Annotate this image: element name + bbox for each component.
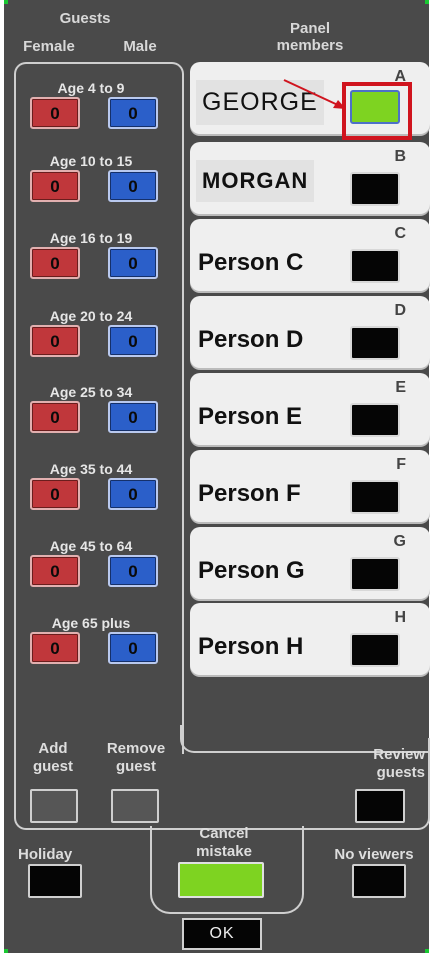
- member-name: Person D: [198, 326, 304, 353]
- remove-guest-button[interactable]: [111, 789, 159, 823]
- remove-guest-label-line1: Remove: [106, 740, 166, 757]
- cancel-mistake-button[interactable]: [178, 862, 264, 898]
- panel-member-row-c[interactable]: C Person C: [190, 219, 430, 291]
- member-letter: H: [394, 609, 406, 626]
- panel-title-line1: Panel: [289, 20, 331, 37]
- age-group-label: Age 25 to 34: [49, 384, 133, 400]
- member-letter: C: [394, 225, 406, 242]
- panel-member-row-f[interactable]: F Person F: [190, 450, 430, 522]
- remove-guest-label-line2: guest: [115, 758, 156, 775]
- member-letter: E: [395, 379, 406, 396]
- member-c-toggle-button[interactable]: [350, 249, 400, 283]
- female-count-button[interactable]: 0: [30, 401, 80, 433]
- age-group-label: Age 4 to 9: [57, 80, 125, 96]
- member-name: Person E: [198, 403, 303, 430]
- member-name: Person H: [198, 633, 304, 660]
- female-count-button[interactable]: 0: [30, 632, 80, 664]
- male-count-button[interactable]: 0: [108, 555, 158, 587]
- highlight-box: [342, 82, 412, 140]
- holiday-button[interactable]: [28, 864, 82, 898]
- age-group-label: Age 35 to 44: [49, 461, 133, 477]
- member-f-toggle-button[interactable]: [350, 480, 400, 514]
- panel-member-row-d[interactable]: D Person D: [190, 296, 430, 368]
- no-viewers-label: No viewers: [334, 846, 414, 863]
- member-letter: D: [394, 302, 406, 319]
- add-guest-button[interactable]: [30, 789, 78, 823]
- ok-button[interactable]: OK: [182, 918, 262, 950]
- panel-member-row-h[interactable]: H Person H: [190, 603, 430, 675]
- age-group-label: Age 45 to 64: [49, 538, 133, 554]
- male-count-button[interactable]: 0: [108, 401, 158, 433]
- panel-title-line2: members: [276, 37, 344, 54]
- remove-guest-label: Remove guest: [92, 740, 180, 776]
- member-e-toggle-button[interactable]: [350, 403, 400, 437]
- member-d-toggle-button[interactable]: [350, 326, 400, 360]
- age-group-label: Age 20 to 24: [49, 308, 133, 324]
- corner-marker: [4, 0, 8, 4]
- male-count-button[interactable]: 0: [108, 170, 158, 202]
- add-guest-label-line1: Add: [38, 740, 68, 757]
- member-name: Person F: [198, 480, 301, 507]
- female-count-button[interactable]: 0: [30, 478, 80, 510]
- guests-title: Guests: [59, 10, 111, 27]
- panel-title: Panel members: [260, 20, 360, 54]
- member-b-toggle-button[interactable]: [350, 172, 400, 206]
- review-guests-label-line2: guests: [376, 764, 425, 781]
- add-guest-label-line2: guest: [32, 758, 73, 775]
- female-count-button[interactable]: 0: [30, 170, 80, 202]
- age-group-label: Age 16 to 19: [49, 230, 133, 246]
- female-count-button[interactable]: 0: [30, 325, 80, 357]
- member-name: Person C: [198, 249, 304, 276]
- add-guest-label: Add guest: [20, 740, 86, 776]
- cancel-mistake-label: Cancel mistake: [176, 825, 272, 861]
- male-count-button[interactable]: 0: [108, 325, 158, 357]
- age-group-label: Age 10 to 15: [49, 153, 133, 169]
- member-g-toggle-button[interactable]: [350, 557, 400, 591]
- corner-marker: [425, 949, 429, 953]
- panel-member-row-e[interactable]: E Person E: [190, 373, 430, 445]
- cancel-mistake-label-line1: Cancel: [199, 825, 249, 842]
- member-letter: G: [393, 533, 406, 550]
- female-count-button[interactable]: 0: [30, 97, 80, 129]
- no-viewers-button[interactable]: [352, 864, 406, 898]
- review-guests-button[interactable]: [355, 789, 405, 823]
- male-label: Male: [123, 38, 157, 55]
- male-count-button[interactable]: 0: [108, 247, 158, 279]
- holiday-label: Holiday: [18, 846, 73, 863]
- cancel-mistake-label-line2: mistake: [196, 843, 252, 860]
- male-count-button[interactable]: 0: [108, 97, 158, 129]
- member-name: Person G: [198, 557, 305, 584]
- member-name: MORGAN: [196, 160, 315, 202]
- review-guests-label-line1: Review: [373, 746, 425, 763]
- female-count-button[interactable]: 0: [30, 555, 80, 587]
- corner-marker: [425, 0, 429, 4]
- review-guests-label: Review guests: [345, 746, 425, 782]
- age-group-label: Age 65 plus: [51, 615, 131, 631]
- member-letter: B: [394, 148, 406, 165]
- panel-member-row-b[interactable]: B MORGAN: [190, 142, 430, 214]
- male-count-button[interactable]: 0: [108, 632, 158, 664]
- panel-member-row-g[interactable]: G Person G: [190, 527, 430, 599]
- female-count-button[interactable]: 0: [30, 247, 80, 279]
- male-count-button[interactable]: 0: [108, 478, 158, 510]
- female-label: Female: [23, 38, 75, 55]
- member-letter: F: [396, 456, 406, 473]
- member-h-toggle-button[interactable]: [350, 633, 400, 667]
- corner-marker: [4, 949, 8, 953]
